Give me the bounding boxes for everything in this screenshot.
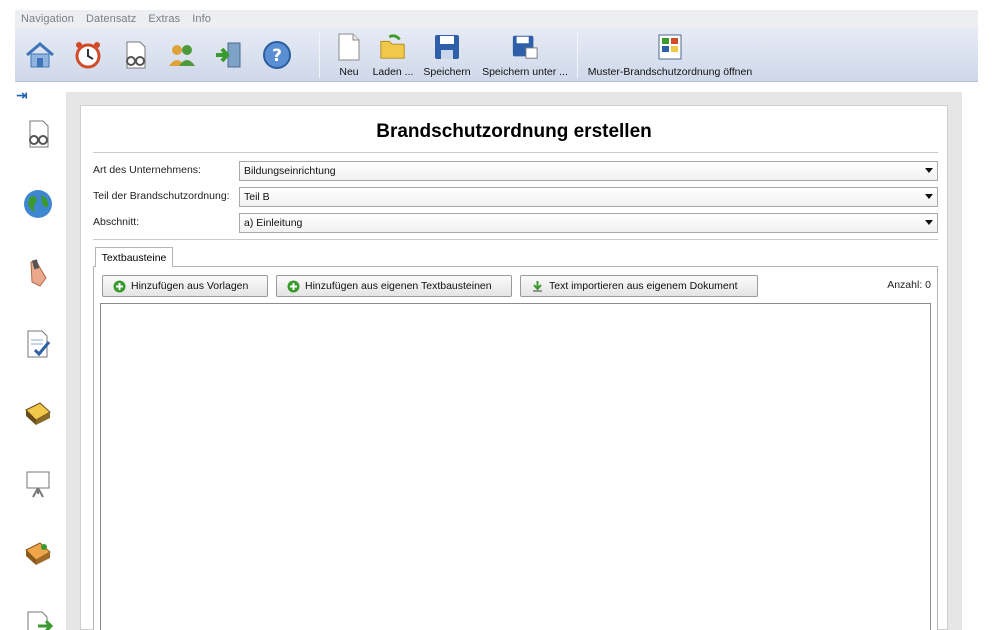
section-select[interactable]: a) Einleitung xyxy=(239,213,938,233)
save-as-button[interactable]: Speichern unter ... xyxy=(479,32,571,80)
menu-navigation[interactable]: Navigation xyxy=(21,13,74,25)
item-count: Anzahl: 0 xyxy=(887,279,931,291)
exit-door-icon[interactable] xyxy=(212,38,246,72)
field-section: Abschnitt: a) Einleitung xyxy=(93,213,938,233)
toolbar-separator xyxy=(319,32,320,78)
sidebar-item-sign[interactable] xyxy=(20,256,56,292)
dropdown-arrow-icon xyxy=(925,168,933,173)
sidebar-item-book[interactable] xyxy=(20,396,56,432)
open-template-button[interactable]: Muster-Brandschutzordnung öffnen xyxy=(587,32,753,80)
button-label: Hinzufügen aus Vorlagen xyxy=(131,280,249,292)
main-panel: Brandschutzordnung erstellen Art des Unt… xyxy=(80,105,948,630)
collapse-sidebar-icon[interactable]: ⇥ xyxy=(16,87,28,104)
import-from-document-button[interactable]: Text importieren aus eigenem Dokument xyxy=(520,275,758,297)
add-from-templates-button[interactable]: Hinzufügen aus Vorlagen xyxy=(102,275,268,297)
sidebar-item-export[interactable] xyxy=(20,606,56,630)
sidebar-item-search[interactable] xyxy=(20,116,56,152)
save-button[interactable]: Speichern xyxy=(421,32,473,80)
select-value: Bildungseinrichtung xyxy=(244,165,336,177)
home-icon[interactable] xyxy=(23,38,57,72)
export-document-icon xyxy=(27,611,54,630)
field-label: Art des Unternehmens: xyxy=(93,164,201,176)
sidebar-item-presentation[interactable] xyxy=(20,466,56,502)
save-as-icon xyxy=(511,32,539,62)
tab-textbausteine[interactable]: Textbausteine xyxy=(95,247,173,267)
field-label: Abschnitt: xyxy=(93,216,140,228)
users-icon[interactable] xyxy=(165,38,199,72)
dropdown-arrow-icon xyxy=(925,220,933,225)
button-label: Text importieren aus eigenem Dokument xyxy=(549,280,738,292)
select-value: a) Einleitung xyxy=(244,217,303,229)
sidebar-item-checklist[interactable] xyxy=(20,326,56,362)
add-green-icon xyxy=(287,280,300,293)
presentation-board-icon xyxy=(26,471,50,498)
alarm-clock-icon[interactable] xyxy=(71,38,105,72)
toolbar-separator xyxy=(577,32,578,78)
dropdown-arrow-icon xyxy=(925,194,933,199)
tab-content: Hinzufügen aus Vorlagen Hinzufügen aus e… xyxy=(93,266,938,630)
add-from-own-blocks-button[interactable]: Hinzufügen aus eigenen Textbausteinen xyxy=(276,275,512,297)
address-book-icon xyxy=(25,542,51,565)
save-icon xyxy=(433,32,461,62)
select-value: Teil B xyxy=(244,191,270,203)
search-document-icon[interactable] xyxy=(118,38,152,72)
menu-bar: Navigation Datensatz Extras Info xyxy=(15,10,978,28)
text-blocks-list[interactable] xyxy=(100,303,931,630)
new-document-icon xyxy=(335,32,363,62)
menu-datensatz[interactable]: Datensatz xyxy=(86,13,136,25)
sidebar-item-address-book[interactable] xyxy=(20,536,56,572)
globe-icon xyxy=(24,190,52,218)
form-divider xyxy=(93,239,938,240)
open-folder-icon xyxy=(379,32,407,62)
button-label: Hinzufügen aus eigenen Textbausteinen xyxy=(305,280,492,292)
field-label: Teil der Brandschutzordnung: xyxy=(93,190,230,202)
title-divider xyxy=(93,152,938,153)
fire-order-part-select[interactable]: Teil B xyxy=(239,187,938,207)
load-button[interactable]: Laden ... xyxy=(369,32,417,80)
menu-info[interactable]: Info xyxy=(192,13,211,25)
search-document-icon xyxy=(29,120,49,148)
menu-extras[interactable]: Extras xyxy=(148,13,180,25)
import-arrow-icon xyxy=(531,280,544,293)
help-icon[interactable]: ? xyxy=(260,38,294,72)
book-icon xyxy=(25,402,51,425)
sidebar-item-globe[interactable] xyxy=(20,186,56,222)
company-type-select[interactable]: Bildungseinrichtung xyxy=(239,161,938,181)
pen-hand-icon xyxy=(30,259,47,287)
new-button[interactable]: Neu xyxy=(333,32,365,80)
checklist-document-icon xyxy=(27,330,51,358)
toolbar: ? Neu Laden ... Speichern Speichern unte… xyxy=(15,28,978,82)
template-icon xyxy=(656,32,684,62)
svg-text:?: ? xyxy=(272,46,282,66)
field-fire-order-part: Teil der Brandschutzordnung: Teil B xyxy=(93,187,938,207)
add-green-icon xyxy=(113,280,126,293)
field-company-type: Art des Unternehmens: Bildungseinrichtun… xyxy=(93,161,938,181)
page-title: Brandschutzordnung erstellen xyxy=(376,121,652,142)
